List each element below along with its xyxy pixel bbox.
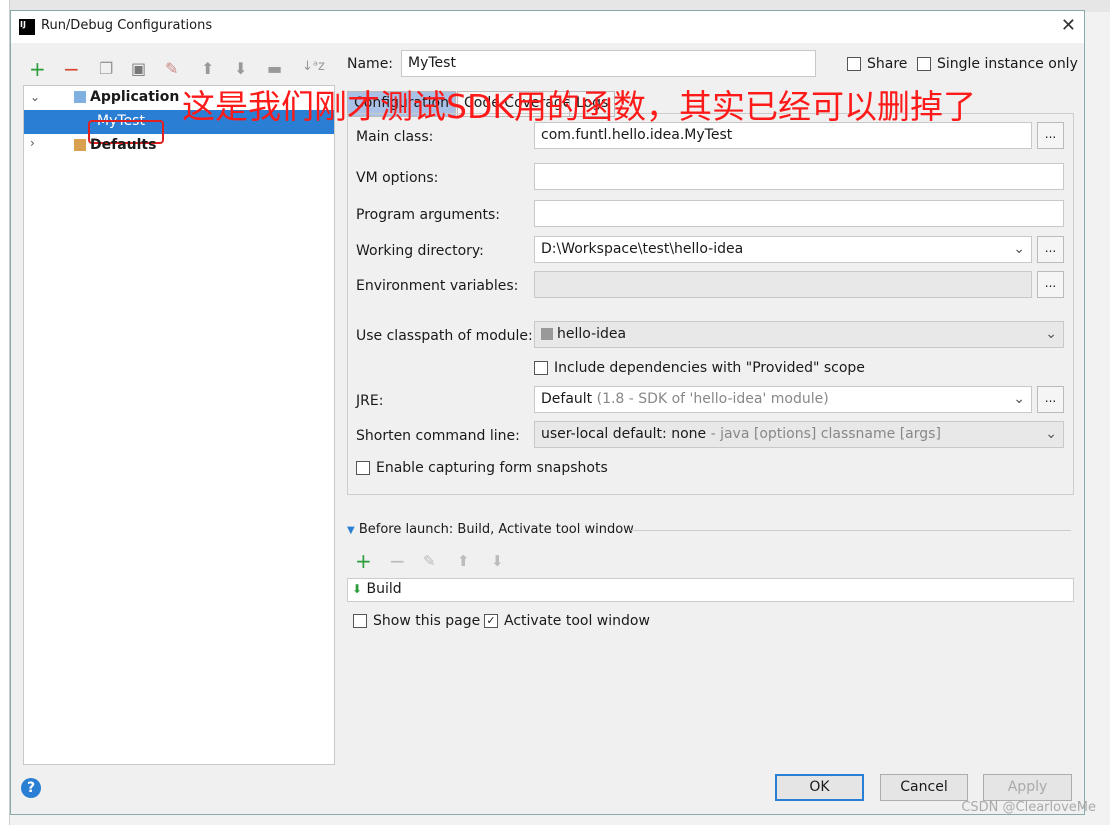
shorten-command-select[interactable]: user-local default: none - java [options… xyxy=(534,421,1064,448)
activate-tool-label: Activate tool window xyxy=(504,613,650,629)
jre-label: JRE: xyxy=(356,393,384,409)
show-page-checkbox[interactable]: Show this page xyxy=(353,613,480,629)
run-debug-dialog: IJ Run/Debug Configurations ✕ + − ❐ ▣ ✎ … xyxy=(10,10,1085,815)
include-provided-checkbox[interactable]: Include dependencies with "Provided" sco… xyxy=(534,360,865,376)
show-page-label: Show this page xyxy=(373,613,481,629)
remove-icon[interactable]: − xyxy=(63,57,80,81)
move-down-icon[interactable]: ⬇ xyxy=(234,59,247,78)
chevron-down-icon[interactable]: ⌄ xyxy=(1045,326,1057,342)
before-launch-item-build[interactable]: ⬇ Build xyxy=(347,578,1074,602)
chevron-down-icon[interactable]: ⌄ xyxy=(1045,426,1057,442)
vm-options-input[interactable] xyxy=(534,163,1064,190)
sort-icon[interactable]: ↓ᵃz xyxy=(302,59,325,74)
vm-options-label: VM options: xyxy=(356,170,439,186)
edit-task-icon[interactable]: ✎ xyxy=(423,552,436,570)
form-snapshots-label: Enable capturing form snapshots xyxy=(376,460,608,476)
build-icon: ⬇ xyxy=(352,582,363,596)
single-instance-checkbox[interactable]: Single instance only xyxy=(917,56,1078,72)
checkbox[interactable] xyxy=(353,614,367,628)
single-instance-label: Single instance only xyxy=(937,56,1078,72)
title-bar: IJ Run/Debug Configurations ✕ xyxy=(11,11,1084,43)
checkbox[interactable] xyxy=(534,361,548,375)
chevron-down-icon[interactable]: ⌄ xyxy=(1013,241,1025,257)
shorten-command-label: Shorten command line: xyxy=(356,428,520,444)
intellij-logo-icon: IJ xyxy=(19,19,35,35)
program-arguments-input[interactable] xyxy=(534,200,1064,227)
activate-tool-checkbox[interactable]: ✓ Activate tool window xyxy=(484,613,650,629)
working-directory-value: D:\Workspace\test\hello-idea xyxy=(541,241,744,257)
checkbox[interactable] xyxy=(917,57,931,71)
checkbox[interactable] xyxy=(847,57,861,71)
folder-icon[interactable]: ▬ xyxy=(267,59,282,78)
application-icon xyxy=(74,91,86,103)
form-snapshots-checkbox[interactable]: Enable capturing form snapshots xyxy=(356,460,608,476)
classpath-module-select[interactable]: hello-idea ⌄ xyxy=(534,321,1064,348)
wrench-icon[interactable]: ✎ xyxy=(165,59,178,78)
config-tree: ⌄ Application MyTest › Defaults xyxy=(23,85,335,765)
save-icon[interactable]: ▣ xyxy=(131,59,146,78)
jre-hint: (1.8 - SDK of 'hello-idea' module) xyxy=(596,391,829,407)
chevron-down-icon[interactable]: ⌄ xyxy=(1013,391,1025,407)
module-value: hello-idea xyxy=(557,326,627,342)
cancel-button[interactable]: Cancel xyxy=(880,774,968,801)
program-arguments-label: Program arguments: xyxy=(356,207,500,223)
environment-variables-input[interactable] xyxy=(534,271,1032,298)
node-label: Defaults xyxy=(90,137,157,153)
copy-icon[interactable]: ❐ xyxy=(99,59,113,78)
name-input[interactable]: MyTest xyxy=(401,50,816,77)
checkbox[interactable] xyxy=(356,461,370,475)
divider xyxy=(631,530,1071,531)
dialog-title: Run/Debug Configurations xyxy=(41,18,213,33)
help-icon[interactable]: ? xyxy=(21,778,41,798)
before-launch-header[interactable]: ▼ Before launch: Build, Activate tool wi… xyxy=(347,522,634,537)
editor-background xyxy=(0,0,10,825)
annotation-text: 这是我们刚才测试SDK用的函数，其实已经可以删掉了 xyxy=(182,87,976,126)
jre-select[interactable]: Default (1.8 - SDK of 'hello-idea' modul… xyxy=(534,386,1032,413)
browse-jre-button[interactable]: ... xyxy=(1037,386,1064,413)
close-icon[interactable]: ✕ xyxy=(1061,15,1076,36)
edit-environment-button[interactable]: ... xyxy=(1037,271,1064,298)
apply-button[interactable]: Apply xyxy=(983,774,1072,801)
browse-working-directory-button[interactable]: ... xyxy=(1037,236,1064,263)
working-directory-input[interactable]: D:\Workspace\test\hello-idea ⌄ xyxy=(534,236,1032,263)
browse-main-class-button[interactable]: ... xyxy=(1037,122,1064,149)
tree-node-defaults[interactable]: Defaults xyxy=(24,134,334,158)
name-label: Name: xyxy=(347,56,394,72)
module-icon xyxy=(541,328,553,340)
watermark: CSDN @ClearloveMe xyxy=(961,800,1096,815)
move-up-icon[interactable]: ⬆ xyxy=(201,59,214,78)
include-provided-label: Include dependencies with "Provided" sco… xyxy=(554,360,865,376)
defaults-icon xyxy=(74,139,86,151)
main-class-label: Main class: xyxy=(356,129,434,145)
environment-variables-label: Environment variables: xyxy=(356,278,519,294)
share-checkbox[interactable]: Share xyxy=(847,56,907,72)
before-launch-title: Before launch: Build, Activate tool wind… xyxy=(358,522,634,537)
checkbox[interactable]: ✓ xyxy=(484,614,498,628)
add-task-icon[interactable]: + xyxy=(355,549,372,573)
share-label: Share xyxy=(867,56,908,72)
node-label: Application xyxy=(90,89,180,105)
remove-task-icon[interactable]: − xyxy=(389,549,406,573)
ok-button[interactable]: OK xyxy=(775,774,864,801)
move-task-down-icon[interactable]: ⬇ xyxy=(491,552,504,570)
shorten-value: user-local default: none xyxy=(541,426,707,442)
working-directory-label: Working directory: xyxy=(356,243,484,259)
build-label: Build xyxy=(366,581,402,597)
collapse-triangle-icon: ▼ xyxy=(347,525,355,536)
shorten-hint: - java [options] classname [args] xyxy=(710,426,941,442)
jre-value: Default xyxy=(541,391,593,407)
classpath-module-label: Use classpath of module: xyxy=(356,328,533,344)
move-task-up-icon[interactable]: ⬆ xyxy=(457,552,470,570)
add-icon[interactable]: + xyxy=(29,57,46,81)
